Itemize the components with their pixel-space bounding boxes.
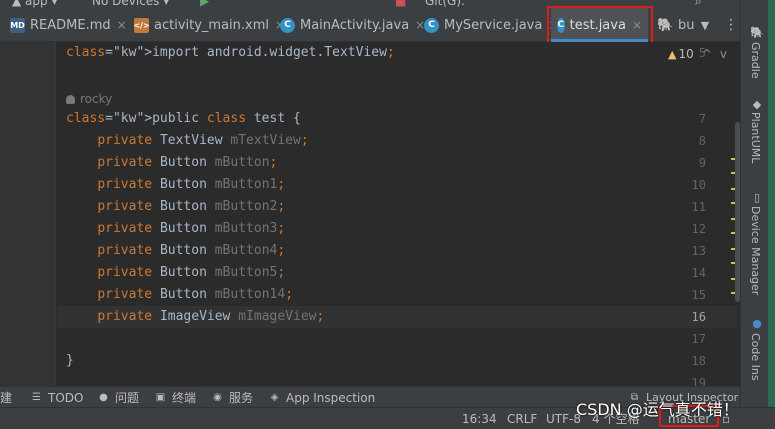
gradle-file-icon: 🐘 xyxy=(657,17,674,33)
services-tool-button[interactable]: ◉ 服务 xyxy=(211,387,253,408)
device-label: No Devices xyxy=(92,0,160,8)
code-author-hint[interactable]: rocky xyxy=(66,88,112,110)
tab-label: MyService.java xyxy=(444,17,543,33)
app-inspection-tool-button[interactable]: ◈ App Inspection xyxy=(268,387,376,408)
java-class-icon: C xyxy=(557,17,565,33)
services-label: 服务 xyxy=(229,391,254,405)
background-window-edge xyxy=(768,0,775,429)
chevron-up-icon[interactable]: ^ xyxy=(702,47,712,61)
editor-tab-bar: MD README.md × </> activity_main.xml × C… xyxy=(0,8,740,42)
run-icon[interactable]: ▶ xyxy=(200,0,209,8)
git-label[interactable]: Git(G): xyxy=(425,0,465,8)
terminal-tool-button[interactable]: ▣ 终端 xyxy=(154,387,196,408)
code-line[interactable]: } xyxy=(66,350,74,372)
problems-icon: ● xyxy=(99,392,108,403)
line-number-gutter xyxy=(0,42,56,386)
line-number: 8 xyxy=(698,134,706,148)
inspection-widget[interactable]: ▲ 10 ^ v xyxy=(668,47,727,61)
line-number: 15 xyxy=(691,288,706,302)
watermark: CSDN @运气真不错！ xyxy=(576,400,739,419)
plantuml-tool-button[interactable]: PlantUML xyxy=(749,112,762,163)
tab-label: test.java xyxy=(569,17,626,33)
line-number: 19 xyxy=(691,376,706,386)
terminal-label: 终端 xyxy=(172,391,197,405)
chevron-down-icon[interactable]: ▼ xyxy=(697,8,713,42)
line-separator[interactable]: CRLF xyxy=(507,408,537,429)
tab-main-activity[interactable]: C MainActivity.java × xyxy=(274,8,431,42)
code-editor[interactable]: 5 7 8 9 10 11 12 13 14 15 16 17 18 19 cl… xyxy=(0,42,740,386)
app-config-selector[interactable]: ▲ app ▾ xyxy=(12,0,57,8)
close-icon[interactable]: × xyxy=(117,18,127,32)
line-number: 16 xyxy=(691,310,706,324)
line-number: 13 xyxy=(691,244,706,258)
device-selector[interactable]: No Devices ▾ xyxy=(92,0,169,8)
tab-build-gradle[interactable]: 🐘 bu xyxy=(652,8,696,42)
code-line[interactable]: private Button mButton4; xyxy=(66,240,285,262)
java-class-icon: C xyxy=(424,17,439,33)
todo-label: TODO xyxy=(48,390,84,405)
tab-test-java[interactable]: C test.java × xyxy=(551,8,648,42)
code-line[interactable]: private Button mButton14; xyxy=(66,284,293,306)
markdown-file-icon: MD xyxy=(10,17,25,33)
tab-label: activity_main.xml xyxy=(154,17,270,33)
line-number: 10 xyxy=(691,178,706,192)
line-number: 7 xyxy=(698,112,706,126)
code-line[interactable]: private Button mButton5; xyxy=(66,262,285,284)
code-line[interactable]: private Button mButton1; xyxy=(66,174,285,196)
device-manager-icon: ▯ xyxy=(753,190,761,204)
inspection-icon: ◈ xyxy=(270,392,279,403)
warning-count: 10 xyxy=(678,47,694,61)
main-toolbar: ▲ app ▾ No Devices ▾ ▶ ■ Git(G): ⌕ xyxy=(0,0,740,8)
tab-label: README.md xyxy=(30,17,111,33)
code-line[interactable]: class="kw">import android.widget.TextVie… xyxy=(66,42,395,64)
search-everywhere-icon[interactable]: ⌕ xyxy=(695,0,702,8)
code-insight-tool-button[interactable]: Code Ins xyxy=(749,333,762,381)
tab-label: bu xyxy=(678,17,695,33)
todo-tool-button[interactable]: ☰ TODO xyxy=(30,387,83,408)
line-number: 18 xyxy=(691,354,706,368)
build-tool-button[interactable]: 建 xyxy=(0,387,12,408)
warning-icon: ▲ xyxy=(668,48,677,61)
list-icon: ☰ xyxy=(32,392,41,403)
tab-my-service[interactable]: C MyService.java × xyxy=(418,8,564,42)
problems-tool-button[interactable]: ● 问题 xyxy=(97,387,139,408)
line-number: 12 xyxy=(691,222,706,236)
code-line[interactable]: private Button mButton2; xyxy=(66,196,285,218)
more-vertical-icon[interactable]: ⋮ xyxy=(724,8,738,42)
tab-readme[interactable]: MD README.md × xyxy=(4,8,133,42)
person-icon xyxy=(66,95,75,104)
app-inspection-label: App Inspection xyxy=(286,390,376,405)
stop-icon[interactable]: ■ xyxy=(395,0,406,8)
terminal-icon: ▣ xyxy=(155,392,166,403)
line-number: 14 xyxy=(691,266,706,280)
gradle-elephant-icon: 🐘 xyxy=(750,25,764,39)
tab-label: MainActivity.java xyxy=(300,17,410,33)
xml-file-icon: </> xyxy=(133,17,150,33)
code-insight-icon: ● xyxy=(752,316,762,330)
code-line[interactable]: class="kw">public class test { xyxy=(66,108,301,130)
caret-position[interactable]: 16:34 xyxy=(462,408,497,429)
line-number: 9 xyxy=(698,156,706,170)
author-name: rocky xyxy=(80,92,113,106)
line-number: 17 xyxy=(691,332,706,346)
app-config-label: app xyxy=(25,0,48,8)
chevron-down-icon[interactable]: v xyxy=(720,47,727,61)
code-line[interactable]: private TextView mTextView; xyxy=(66,130,308,152)
device-manager-tool-button[interactable]: Device Manager xyxy=(749,206,762,295)
java-class-icon: C xyxy=(280,17,295,33)
plantuml-icon: ◆ xyxy=(752,97,762,111)
code-line[interactable]: private ImageView mImageView; xyxy=(66,306,324,328)
code-line[interactable]: private Button mButton; xyxy=(66,152,277,174)
gradle-tool-button[interactable]: Gradle xyxy=(749,42,762,79)
code-line[interactable]: private Button mButton3; xyxy=(66,218,285,240)
close-icon[interactable]: × xyxy=(632,18,642,32)
services-icon: ◉ xyxy=(213,392,222,403)
problems-label: 问题 xyxy=(115,391,140,405)
tab-activity-main[interactable]: </> activity_main.xml × xyxy=(128,8,291,42)
line-number: 11 xyxy=(691,200,706,214)
